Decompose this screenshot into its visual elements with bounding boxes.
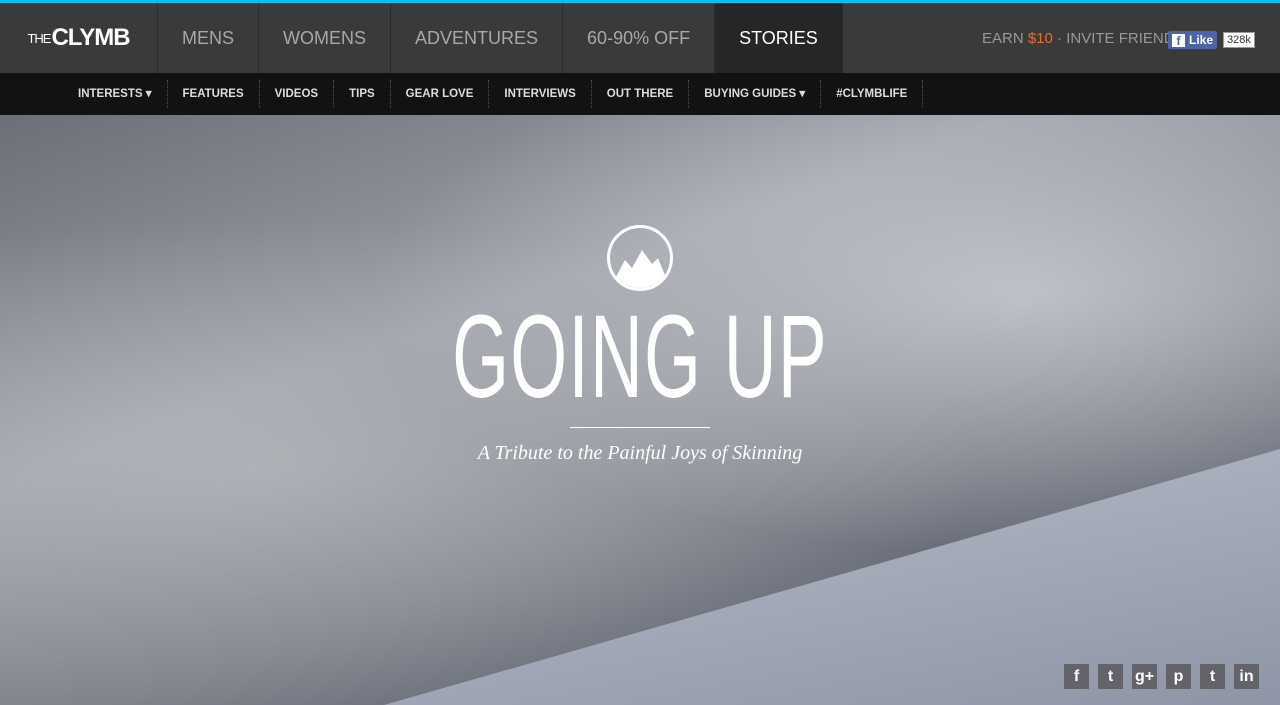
google-plus-share-icon[interactable]: g+ <box>1132 664 1157 689</box>
linkedin-share-icon[interactable]: in <box>1234 664 1259 689</box>
subnav-interviews[interactable]: INTERVIEWS <box>489 80 592 108</box>
subnav-out-there[interactable]: OUT THERE <box>592 80 690 108</box>
subnav-videos[interactable]: VIDEOS <box>260 80 335 108</box>
like-count: 328k <box>1223 32 1255 48</box>
hero-subtitle: A Tribute to the Painful Joys of Skinnin… <box>477 442 803 464</box>
nav-sale[interactable]: 60-90% OFF <box>563 3 716 73</box>
hero-title: GOING UP <box>452 291 828 423</box>
facebook-icon: f <box>1172 33 1185 48</box>
facebook-like[interactable]: f Like 328k <box>1168 31 1255 49</box>
facebook-like-button[interactable]: f Like <box>1168 31 1218 49</box>
mountain-icon <box>607 225 673 291</box>
subnav-tips[interactable]: TIPS <box>334 80 391 108</box>
subnav-gear-love[interactable]: GEAR LOVE <box>391 80 490 108</box>
share-bar: f t g+ p t in <box>1064 664 1259 689</box>
nav-adventures[interactable]: ADVENTURES <box>391 3 564 73</box>
subnav-interests[interactable]: INTERESTS ▾ <box>63 80 168 108</box>
subnav-clymblife[interactable]: #CLYMBLIFE <box>821 80 924 108</box>
subnav-buying-guides[interactable]: BUYING GUIDES ▾ <box>689 80 822 108</box>
subnav-features[interactable]: FEATURES <box>168 80 260 108</box>
nav-stories[interactable]: STORIES <box>715 3 843 73</box>
logo[interactable]: THE CLYMB <box>0 3 158 73</box>
top-nav: THE CLYMB MENS WOMENS ADVENTURES 60-90% O… <box>0 3 1280 73</box>
sub-nav: INTERESTS ▾ FEATURES VIDEOS TIPS GEAR LO… <box>0 73 1280 115</box>
hero-image: GOING UP A Tribute to the Painful Joys o… <box>0 115 1280 705</box>
nav-mens[interactable]: MENS <box>158 3 260 73</box>
nav-womens[interactable]: WOMENS <box>259 3 392 73</box>
invite-friends-link[interactable]: EARN $10 · INVITE FRIENDS <box>982 30 1185 47</box>
twitter-share-icon[interactable]: t <box>1098 664 1123 689</box>
pinterest-share-icon[interactable]: p <box>1166 664 1191 689</box>
divider <box>570 427 710 428</box>
tumblr-share-icon[interactable]: t <box>1200 664 1225 689</box>
facebook-share-icon[interactable]: f <box>1064 664 1089 689</box>
